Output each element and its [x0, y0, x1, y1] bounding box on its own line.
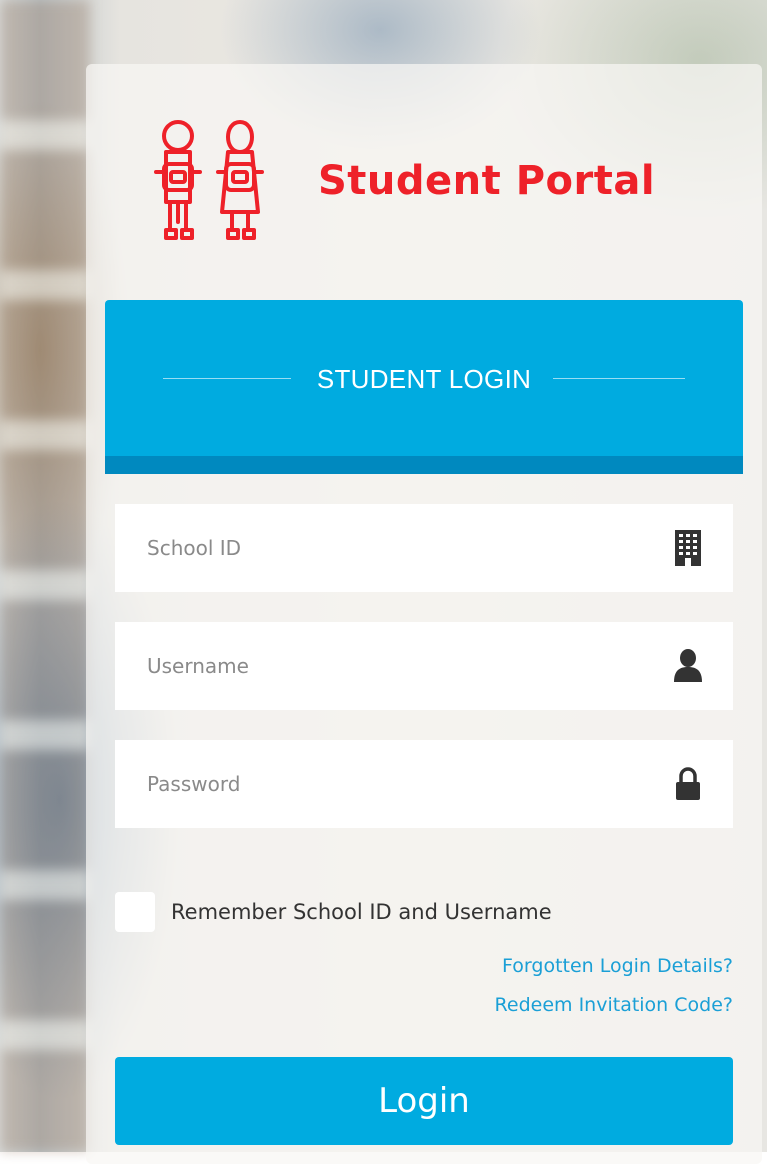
banner-bottom-strip: [105, 456, 743, 474]
forgot-login-link[interactable]: Forgotten Login Details?: [502, 955, 733, 977]
building-icon: [675, 530, 701, 566]
remember-checkbox[interactable]: [115, 892, 155, 932]
students-icon: [154, 120, 264, 240]
user-icon: [674, 649, 702, 682]
redeem-invitation-link[interactable]: Redeem Invitation Code?: [495, 994, 733, 1016]
school-id-input[interactable]: [115, 504, 655, 592]
lock-icon: [676, 767, 700, 800]
remember-label: Remember School ID and Username: [171, 900, 552, 924]
password-field-wrapper: [115, 740, 733, 828]
password-input[interactable]: [115, 740, 655, 828]
login-header-banner: STUDENT LOGIN: [105, 300, 743, 474]
school-id-field-wrapper: [115, 504, 733, 592]
remember-me-row: Remember School ID and Username: [115, 892, 552, 932]
portal-title: Student Portal: [318, 158, 656, 204]
banner-divider-right: [553, 378, 685, 379]
username-field-wrapper: [115, 622, 733, 710]
login-heading: STUDENT LOGIN: [316, 364, 532, 394]
bookshelf-background: [0, 0, 90, 1152]
username-input[interactable]: [115, 622, 655, 710]
login-button[interactable]: Login: [115, 1057, 733, 1145]
